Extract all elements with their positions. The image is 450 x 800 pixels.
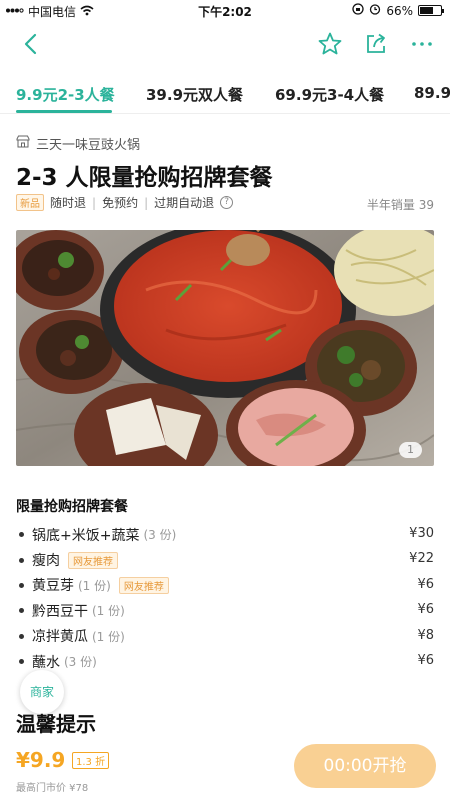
store-name: 三天一味豆豉火锅 (36, 138, 141, 153)
bullet (19, 659, 24, 665)
menu-item-qty: (1 份) (78, 578, 111, 593)
rotation-lock-icon (352, 3, 364, 18)
battery-icon (418, 5, 444, 16)
bullet (19, 608, 24, 614)
status-right: 66% (352, 3, 444, 18)
deal-photo[interactable]: 1 (16, 230, 434, 466)
menu-item-price: ¥6 (417, 576, 434, 592)
bullet (19, 633, 24, 639)
policy-auto-refund: 过期自动退 (154, 196, 215, 210)
bullet (19, 557, 24, 563)
help-icon[interactable]: ? (220, 196, 234, 209)
deal-title: 2-3 人限量抢购招牌套餐 (16, 165, 273, 191)
menu-item-qty: (3 份) (64, 655, 97, 670)
tab-deal-2[interactable]: 39.9元双人餐 (146, 84, 243, 105)
menu-list: 锅底+米饭+蔬菜 (3 份) ¥30 瘦肉 网友推荐 ¥22 黄豆芽 (1 份) 网友推荐 ¥6 黔… (16, 522, 434, 674)
menu-item: 瘦肉 网友推荐 ¥22 (16, 547, 434, 572)
menu-item-name: 黔西豆干 (32, 603, 88, 620)
status-bar: 中国电信 下午2:02 66% (0, 0, 450, 22)
deal-tags: 新品 随时退 | 免预约 | 过期自动退 ? (16, 194, 234, 211)
menu-item-qty: (1 份) (92, 604, 125, 619)
sales-count: 半年销量 39 (366, 198, 434, 212)
bullet (19, 582, 24, 588)
menu-item-price: ¥30 (409, 526, 434, 541)
share-icon[interactable] (362, 30, 390, 58)
menu-item: 凉拌黄瓜 (1 份) ¥8 (16, 624, 434, 649)
menu-item-qty: (3 份) (143, 528, 177, 543)
star-icon[interactable] (316, 30, 344, 58)
menu-item-price: ¥22 (409, 551, 434, 567)
hotpot-photo-illustration (16, 230, 434, 466)
store-icon (16, 135, 30, 152)
menu-item-name: 黄豆芽 (32, 578, 74, 595)
policy-reservation: 免预约 (102, 196, 139, 210)
more-icon[interactable] (408, 30, 436, 58)
store-link[interactable]: 三天一味豆豉火锅 (16, 134, 140, 153)
menu-item-name: 锅底+米饭+蔬菜 (32, 527, 140, 544)
divider: | (92, 195, 97, 210)
tab-deal-3[interactable]: 69.9元3-4人餐 (275, 84, 384, 105)
alarm-icon (369, 3, 381, 18)
menu-item: 黄豆芽 (1 份) 网友推荐 ¥6 (16, 573, 434, 598)
policy-refund: 随时退 (50, 196, 87, 210)
menu-item-name: 瘦肉 (32, 553, 60, 570)
bullet (19, 532, 24, 538)
tips-title: 温馨提示 (16, 712, 96, 736)
purchase-bar: ¥9.9 1.3 折 最高门市价 ¥78 00:00开抢 (0, 738, 450, 800)
nav-actions (316, 30, 436, 58)
menu-item: 锅底+米饭+蔬菜 (3 份) ¥30 (16, 522, 434, 547)
menu-item-price: ¥6 (417, 652, 434, 668)
tab-deal-4[interactable]: 89.9 (414, 84, 450, 102)
discount-badge: 1.3 折 (72, 752, 110, 769)
photo-counter: 1 (399, 442, 422, 458)
menu-title: 限量抢购招牌套餐 (16, 499, 128, 515)
back-icon[interactable] (18, 30, 46, 58)
divider: | (144, 195, 149, 210)
battery-percent: 66% (386, 3, 413, 18)
menu-item-price: ¥8 (417, 627, 434, 643)
recommend-badge: 网友推荐 (68, 551, 118, 569)
menu-item: 蘸水 (3 份) ¥6 (16, 649, 434, 674)
deal-tabs: 9.9元2-3人餐 39.9元双人餐 69.9元3-4人餐 89.9 (0, 74, 450, 114)
tab-deal-1[interactable]: 9.9元2-3人餐 (16, 84, 115, 105)
original-price: 最高门市价 ¥78 (16, 783, 89, 794)
recommend-badge: 网友推荐 (118, 576, 169, 594)
buy-button[interactable]: 00:00开抢 (294, 744, 436, 788)
menu-item-price: ¥6 (417, 602, 434, 618)
nav-bar (0, 22, 450, 68)
new-badge: 新品 (16, 194, 44, 211)
menu-item: 黔西豆干 (1 份) ¥6 (16, 598, 434, 623)
deal-price: ¥9.9 (16, 748, 66, 772)
tab-indicator (16, 110, 112, 113)
menu-item-name: 凉拌黄瓜 (32, 629, 88, 646)
menu-item-qty: (1 份) (92, 629, 125, 644)
menu-item-name: 蘸水 (32, 654, 60, 671)
